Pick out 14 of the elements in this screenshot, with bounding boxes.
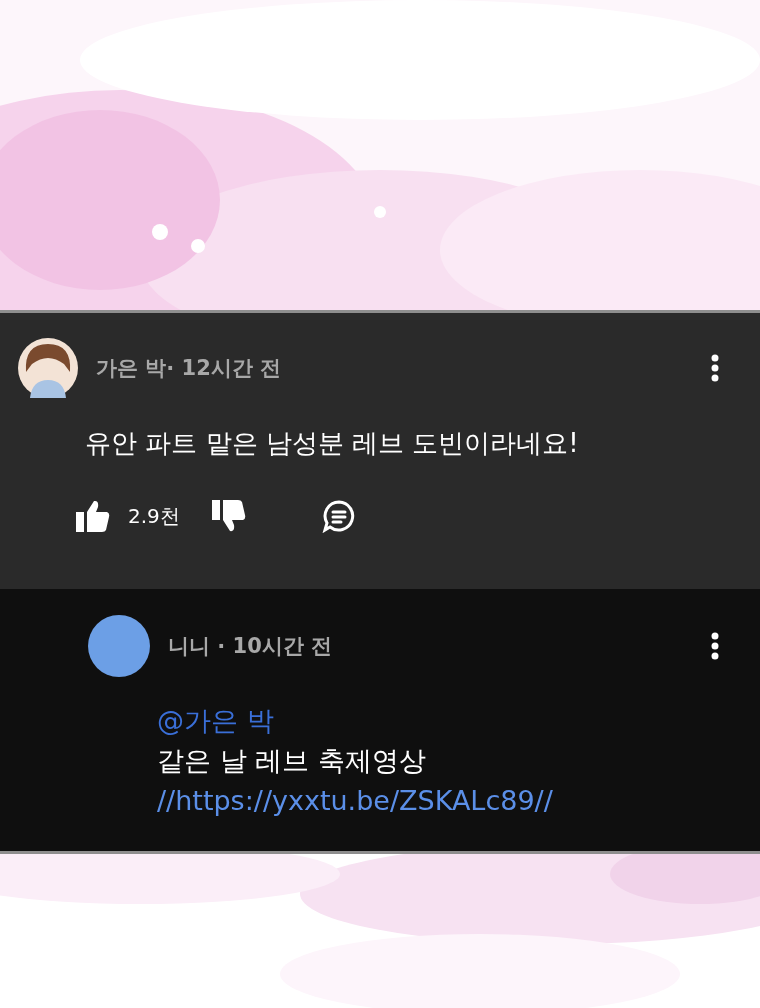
comment-meta: 가은 박· 12시간 전 bbox=[96, 355, 282, 382]
url-link[interactable]: //https://yxxtu.be/ZSKALc89// bbox=[157, 781, 553, 821]
more-icon[interactable] bbox=[711, 354, 719, 382]
mention-link[interactable]: @가은 박 bbox=[157, 701, 274, 741]
more-icon[interactable] bbox=[711, 632, 719, 660]
thumbs-down-icon[interactable] bbox=[211, 500, 246, 532]
thumbs-up-icon[interactable] bbox=[76, 500, 110, 532]
like-count: 2.9천 bbox=[128, 502, 180, 530]
comment-icon[interactable] bbox=[321, 499, 356, 533]
comment-text: 유안 파트 맡은 남성분 레브 도빈이라네요! bbox=[85, 427, 580, 460]
reply-meta: 니니 · 10시간 전 bbox=[168, 633, 333, 660]
avatar-icon bbox=[88, 615, 150, 677]
reply-text: 같은 날 레브 축제영상 bbox=[157, 744, 426, 778]
avatar-icon bbox=[18, 338, 78, 398]
